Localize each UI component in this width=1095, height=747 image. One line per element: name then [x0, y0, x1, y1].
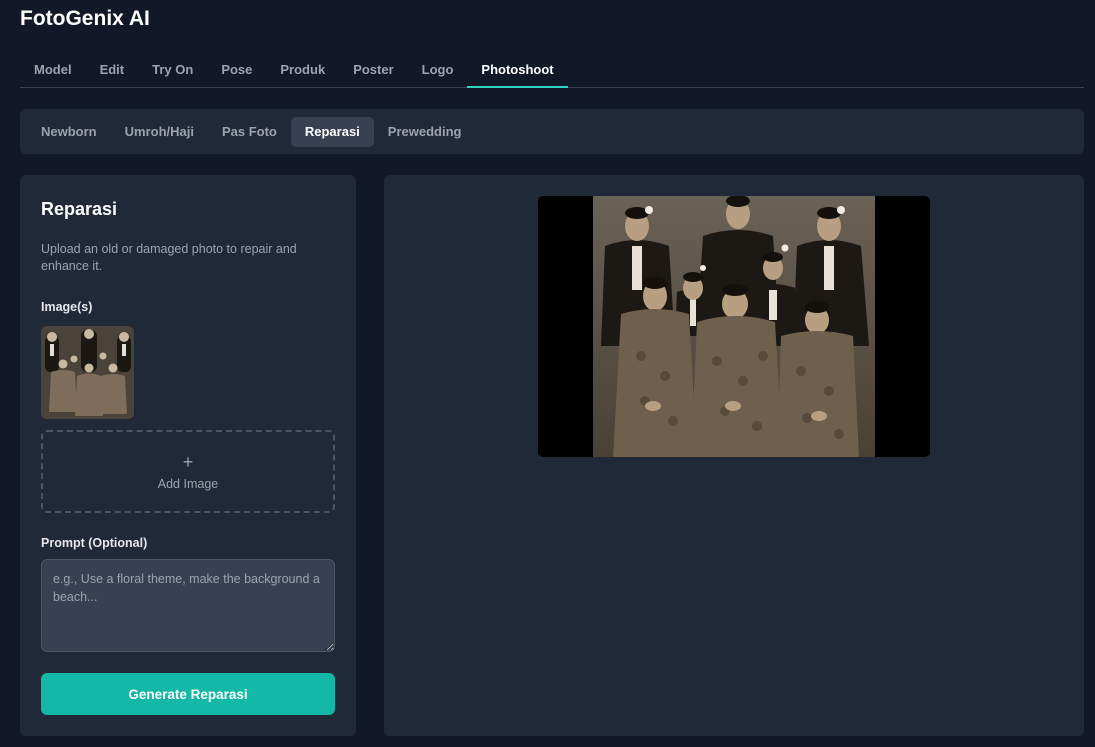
generate-button[interactable]: Generate Reparasi — [41, 673, 335, 715]
prompt-label: Prompt (Optional) — [41, 536, 148, 550]
image-preview — [538, 196, 930, 457]
app-title: FotoGenix AI — [20, 7, 150, 30]
tab-edit[interactable]: Edit — [86, 52, 139, 88]
tab-poster[interactable]: Poster — [339, 52, 407, 88]
form-panel: Reparasi Upload an old or damaged photo … — [20, 175, 356, 736]
preview-panel — [384, 175, 1084, 736]
subtab-pas-foto[interactable]: Pas Foto — [208, 117, 291, 147]
main-tabs: Model Edit Try On Pose Produk Poster Log… — [20, 52, 1084, 88]
plus-icon: + — [182, 451, 194, 472]
family-photo-preview — [593, 196, 875, 457]
tab-try-on[interactable]: Try On — [138, 52, 207, 88]
tab-logo[interactable]: Logo — [408, 52, 468, 88]
sub-tabs: Newborn Umroh/Haji Pas Foto Reparasi Pre… — [20, 109, 1084, 154]
add-image-label: Add Image — [157, 476, 219, 491]
tab-photoshoot[interactable]: Photoshoot — [467, 52, 568, 88]
tab-produk[interactable]: Produk — [266, 52, 339, 88]
panel-description: Upload an old or damaged photo to repair… — [41, 242, 297, 273]
family-photo-thumbnail — [41, 326, 134, 419]
tab-model[interactable]: Model — [20, 52, 86, 88]
subtab-reparasi[interactable]: Reparasi — [290, 116, 374, 147]
uploaded-image-thumbnail[interactable] — [41, 326, 134, 419]
subtab-umroh-haji[interactable]: Umroh/Haji — [111, 117, 208, 147]
add-image-dropzone[interactable]: + Add Image — [41, 430, 335, 513]
subtab-newborn[interactable]: Newborn — [27, 117, 111, 147]
prompt-input[interactable] — [41, 559, 335, 652]
images-label: Image(s) — [41, 300, 93, 314]
tab-pose[interactable]: Pose — [207, 52, 266, 88]
subtab-prewedding[interactable]: Prewedding — [374, 117, 476, 147]
panel-title: Reparasi — [41, 199, 118, 219]
